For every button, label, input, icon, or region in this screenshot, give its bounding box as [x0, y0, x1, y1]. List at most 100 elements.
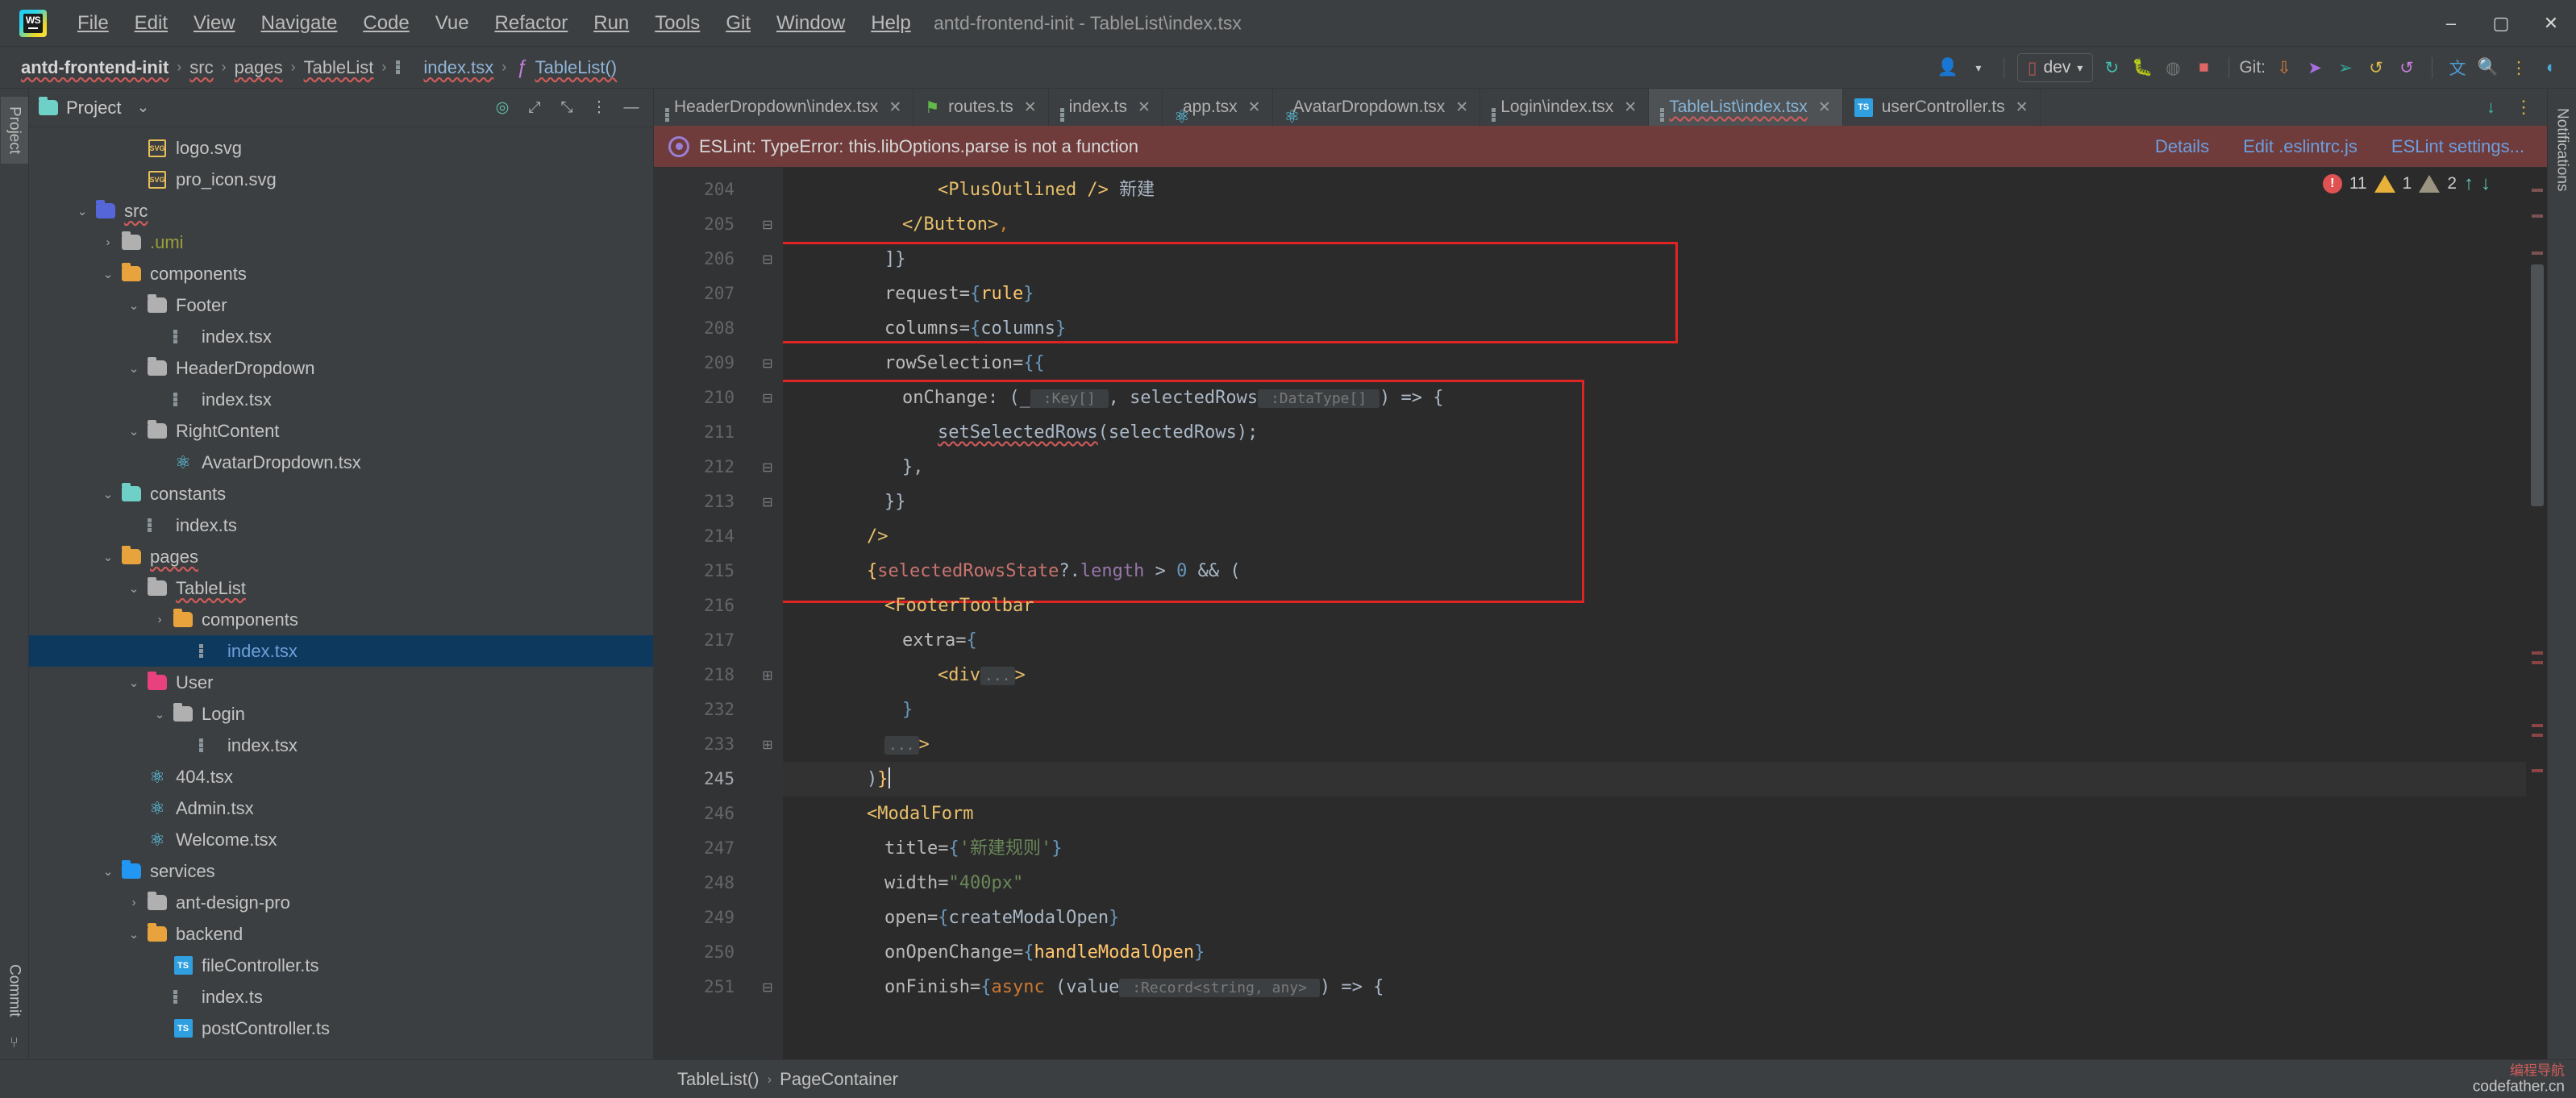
code-line[interactable]: }	[783, 692, 2526, 727]
fold-toggle-icon[interactable]: ⊞	[752, 727, 783, 762]
right-tool-rail[interactable]: Notifications	[2547, 89, 2576, 1059]
eslint-banner-actions[interactable]: Details Edit .eslintrc.js ESLint setting…	[2155, 136, 2524, 157]
collapse-all-icon[interactable]: ⤡	[553, 94, 581, 122]
code-line[interactable]: )}	[783, 762, 2526, 796]
menu-edit[interactable]: Edit	[122, 7, 181, 40]
editor-scrollbar-thumb[interactable]	[2531, 264, 2544, 506]
rail-tab-notifications[interactable]: Notifications	[2549, 98, 2576, 202]
main-toolbar-actions[interactable]: 👤 ▾ ▯ dev ▾ ↻ 🐛 ◍ ■ Git: ⇩ ➤ ➢ ↺ ↺ 文 🔍 ⋮…	[1933, 47, 2565, 89]
ai-assistant-icon[interactable]: ◖	[2534, 52, 2565, 83]
code-line[interactable]: ... >	[783, 727, 2526, 762]
code-folding-gutter[interactable]: ⊟ ⊟ ⊟ ⊟ ⊟ ⊟ ⊞ ⊞ ⊟	[752, 168, 783, 1059]
breadcrumb-function[interactable]: TableList()	[532, 57, 620, 78]
minimize-button[interactable]: –	[2426, 0, 2476, 47]
code-line[interactable]: width="400px"	[783, 866, 2526, 900]
target-icon[interactable]: ◎	[489, 94, 516, 122]
tree-node[interactable]: AvatarDropdown.tsx	[29, 447, 653, 478]
chevron-right-icon[interactable]: ›	[123, 896, 145, 909]
menu-tools[interactable]: Tools	[642, 7, 713, 40]
chevron-down-icon[interactable]: ⌄	[97, 487, 119, 501]
branch-icon[interactable]: ⑂	[10, 1026, 19, 1059]
tree-node[interactable]: ⌄ backend	[29, 918, 653, 950]
tree-node[interactable]: ⌄ Footer	[29, 289, 653, 321]
code-line[interactable]: />	[783, 519, 2526, 554]
editor-tab-strip[interactable]: HeaderDropdown\index.tsx ✕ ⚑ routes.ts ✕ inde…	[654, 89, 2547, 126]
hide-panel-icon[interactable]: —	[618, 94, 645, 122]
chevron-down-icon[interactable]: ⌄	[97, 550, 119, 564]
breadcrumb[interactable]: antd-frontend-init › src › pages › Table…	[18, 56, 620, 79]
tree-node[interactable]: › components	[29, 604, 653, 635]
menu-window[interactable]: Window	[764, 7, 858, 40]
menu-refactor[interactable]: Refactor	[482, 7, 581, 40]
code-editor[interactable]: 204 205 206 207 208 209 210 211 212 213 214 215 216 2…	[654, 168, 2547, 1059]
editor-tab[interactable]: app.tsx ✕	[1163, 89, 1273, 126]
tree-node[interactable]: ⌄ TableList	[29, 572, 653, 604]
search-icon[interactable]: 🔍	[2473, 52, 2503, 83]
editor-tab[interactable]: TableList\index.tsx ✕	[1649, 89, 1843, 126]
code-line[interactable]: setSelectedRows(selectedRows);	[783, 415, 2526, 450]
git-rollback-icon[interactable]: ↺	[2391, 52, 2422, 83]
structure-crumb-component[interactable]: PageContainer	[780, 1069, 898, 1090]
fold-toggle-icon[interactable]: ⊞	[752, 658, 783, 692]
menu-view[interactable]: View	[181, 7, 248, 40]
tree-node[interactable]: TS fileController.ts	[29, 950, 653, 981]
close-tab-icon[interactable]: ✕	[2016, 98, 2029, 117]
chevron-down-icon[interactable]: ⌄	[71, 204, 94, 218]
tree-node[interactable]: index.tsx	[29, 730, 653, 761]
tree-node[interactable]: ⌄ pages	[29, 541, 653, 572]
tree-node[interactable]: ⌄ RightContent	[29, 415, 653, 447]
fold-toggle-icon[interactable]: ⊟	[752, 346, 783, 381]
git-update-icon[interactable]: ⇩	[2269, 52, 2299, 83]
close-tab-icon[interactable]: ✕	[1248, 98, 1261, 117]
project-file-tree[interactable]: SVG logo.svg SVG pro_icon.svg ⌄ src › .umi ⌄ comp…	[29, 127, 653, 1059]
code-line[interactable]: onFinish={async (value :Record<string, a…	[783, 970, 2526, 1004]
expand-icon[interactable]: ⤢	[521, 94, 548, 122]
tree-node[interactable]: index.tsx	[29, 321, 653, 352]
code-line[interactable]: columns={columns}	[783, 311, 2526, 346]
window-controls[interactable]: – ▢ ✕	[2426, 0, 2576, 47]
menu-run[interactable]: Run	[581, 7, 642, 40]
tree-node[interactable]: index.ts	[29, 509, 653, 541]
code-line[interactable]: request={rule}	[783, 277, 2526, 311]
tree-node[interactable]: Admin.tsx	[29, 792, 653, 824]
next-problem-button[interactable]: ↓	[2481, 173, 2491, 195]
project-panel-actions[interactable]: ◎ ⤢ ⤡ ⋮ —	[489, 94, 645, 122]
code-line[interactable]: <PlusOutlined /> 新建	[783, 173, 2526, 207]
editor-structure-breadcrumb[interactable]: TableList() › PageContainer	[677, 1069, 898, 1090]
git-history-icon[interactable]: ↺	[2361, 52, 2391, 83]
tab-options-icon[interactable]: ⋮	[2507, 97, 2541, 118]
tree-node[interactable]: ⌄ User	[29, 667, 653, 698]
code-line[interactable]: <ModalForm	[783, 796, 2526, 831]
tree-node[interactable]: index.tsx	[29, 635, 653, 667]
tree-node[interactable]: Welcome.tsx	[29, 824, 653, 855]
fold-toggle-icon[interactable]: ⊟	[752, 485, 783, 519]
code-line[interactable]: <div... >	[783, 658, 2526, 692]
code-line[interactable]: rowSelection={{	[783, 346, 2526, 381]
code-line[interactable]: onOpenChange={handleModalOpen}	[783, 935, 2526, 970]
breadcrumb-pages[interactable]: pages	[231, 57, 286, 78]
tree-node[interactable]: › ant-design-pro	[29, 887, 653, 918]
more-options-icon[interactable]: ⋮	[585, 94, 613, 122]
code-line[interactable]: onChange: (_ :Key[] , selectedRows :Data…	[783, 381, 2526, 415]
code-line[interactable]: </Button>,	[783, 207, 2526, 242]
chevron-down-icon[interactable]: ⌄	[97, 864, 119, 879]
translate-icon[interactable]: 文	[2442, 52, 2473, 83]
git-push-icon[interactable]: ➤	[2299, 52, 2330, 83]
breadcrumb-project[interactable]: antd-frontend-init	[18, 57, 172, 78]
close-tab-icon[interactable]: ✕	[1455, 98, 1468, 117]
code-line[interactable]: open={createModalOpen}	[783, 900, 2526, 935]
chevron-down-icon[interactable]: ⌄	[123, 424, 145, 439]
code-line[interactable]: extra={	[783, 623, 2526, 658]
chevron-down-icon[interactable]: ⌄	[123, 298, 145, 313]
editor-tab[interactable]: index.ts ✕	[1049, 89, 1163, 126]
more-options-icon[interactable]: ⋮	[2503, 52, 2534, 83]
chevron-down-icon[interactable]: ⌄	[123, 581, 145, 596]
code-line[interactable]: title={'新建规则'}	[783, 831, 2526, 866]
fold-toggle-icon[interactable]: ⊟	[752, 450, 783, 485]
breadcrumb-index-tsx[interactable]: index.tsx	[420, 57, 497, 78]
tree-node[interactable]: SVG pro_icon.svg	[29, 164, 653, 195]
user-avatar-icon[interactable]: 👤	[1933, 52, 1963, 83]
code-line[interactable]: ]}	[783, 242, 2526, 277]
previous-problem-button[interactable]: ↑	[2464, 173, 2474, 195]
tree-node[interactable]: TS postController.ts	[29, 1013, 653, 1044]
